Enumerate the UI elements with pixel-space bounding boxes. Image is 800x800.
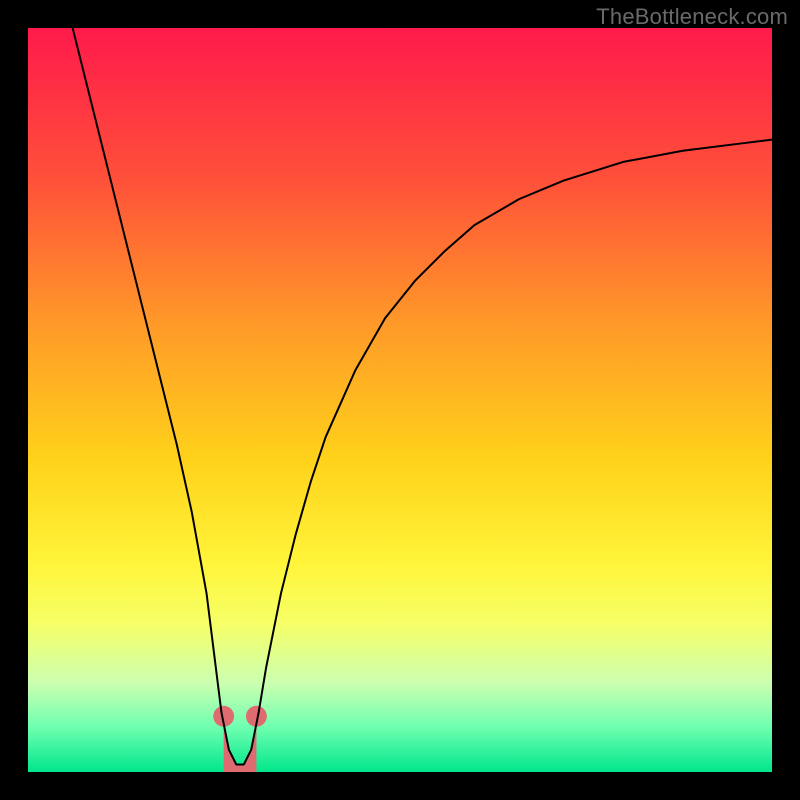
plot-area <box>28 28 772 772</box>
gradient-background <box>28 28 772 772</box>
chart-svg <box>28 28 772 772</box>
chart-frame: TheBottleneck.com <box>0 0 800 800</box>
watermark-text: TheBottleneck.com <box>596 4 788 30</box>
